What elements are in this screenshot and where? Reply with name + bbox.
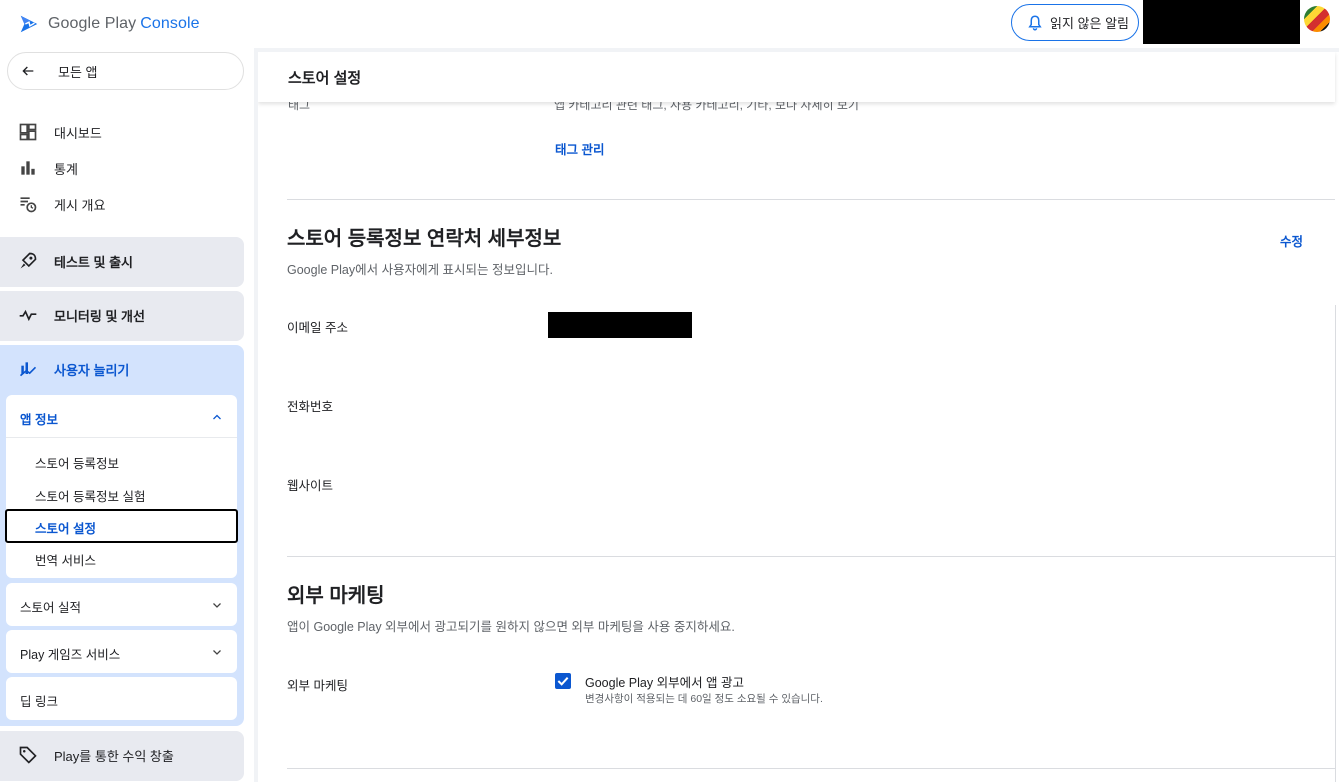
chevron-down-icon	[213, 603, 221, 608]
section-divider	[287, 768, 1335, 769]
contact-details-title: 스토어 등록정보 연락처 세부정보	[287, 228, 562, 250]
google-play-console-logo[interactable]: Google Play Console	[18, 12, 200, 36]
nav-store-listing[interactable]: 스토어 등록정보	[35, 453, 119, 472]
group-label: 테스트 및 출시	[54, 254, 133, 270]
sidebar-item-statistics[interactable]: 통계	[18, 156, 78, 180]
top-app-bar: Google Play Console 읽지 않은 알림	[0, 0, 1339, 48]
dashboard-icon	[19, 123, 37, 141]
logo-text: Google Play Console	[48, 15, 200, 32]
email-address-label: 이메일 주소	[287, 321, 348, 335]
advertise-outside-play-checkbox[interactable]	[555, 673, 571, 689]
grow-users-icon	[19, 362, 37, 377]
section-divider	[287, 556, 1335, 557]
sidebar: 모든 앱 대시보드 통계 게시 개요 테스트 및 출시 모니터링 및 개선 사용…	[0, 48, 254, 782]
sidebar-item-label: 통계	[54, 161, 78, 177]
sidebar-item-dashboard[interactable]: 대시보드	[18, 120, 102, 144]
checkmark-icon	[557, 676, 569, 686]
tag-icon	[19, 746, 37, 764]
external-marketing-field-label: 외부 마케팅	[287, 679, 348, 693]
avatar[interactable]	[1304, 6, 1330, 32]
sidebar-item-label: 대시보드	[54, 125, 102, 141]
redacted-account-name	[1143, 0, 1300, 44]
play-games-services-card[interactable]: Play 게임즈 서비스	[6, 630, 237, 673]
sidebar-group-monitor-and-improve[interactable]: 모니터링 및 개선	[0, 291, 244, 341]
section-divider	[287, 199, 1335, 200]
main-content: 스토어 설정 태그 앱 카테고리 관련 태그, 사용 카테고리, 기타, 보다 …	[258, 52, 1339, 782]
rocket-icon	[20, 252, 37, 269]
play-console-logo-icon	[20, 15, 38, 33]
edit-contact-details-link[interactable]: 수정	[1280, 231, 1303, 250]
sidebar-group-test-and-release[interactable]: 테스트 및 출시	[0, 237, 244, 287]
all-apps-label: 모든 앱	[58, 64, 98, 80]
sidebar-group-monetize[interactable]: Play를 통한 수익 창출	[0, 731, 244, 781]
chevron-down-icon	[213, 650, 221, 655]
bell-icon	[1028, 14, 1042, 30]
group-head: 테스트 및 출시	[18, 251, 133, 271]
nav-store-listing-experiments[interactable]: 스토어 등록정보 실험	[35, 486, 145, 505]
advertise-outside-play-label: Google Play 외부에서 앱 광고	[585, 676, 745, 690]
website-label: 웹사이트	[287, 479, 334, 493]
page-header: 스토어 설정	[258, 52, 1335, 102]
page-title: 스토어 설정	[288, 70, 362, 87]
arrow-back-icon	[22, 66, 34, 76]
external-marketing-title: 외부 마케팅	[287, 585, 385, 607]
group-label: Play를 통한 수익 창출	[54, 748, 174, 764]
sidebar-item-publishing-overview[interactable]: 게시 개요	[18, 192, 105, 216]
publishing-overview-icon	[20, 197, 37, 213]
contact-details-description: Google Play에서 사용자에게 표시되는 정보입니다.	[287, 263, 553, 277]
play-games-services-label: Play 게임즈 서비스	[20, 648, 121, 662]
store-performance-card[interactable]: 스토어 실적	[6, 583, 237, 626]
deep-links-label: 딥 링크	[20, 695, 58, 709]
all-apps-button[interactable]: 모든 앱	[7, 52, 244, 90]
bar-chart-icon	[21, 161, 35, 175]
phone-number-label: 전화번호	[287, 400, 334, 414]
group-label: 모니터링 및 개선	[54, 308, 145, 324]
pulse-icon	[19, 309, 37, 322]
unread-notifications-button[interactable]: 읽지 않은 알림	[1011, 4, 1139, 41]
external-marketing-description: 앱이 Google Play 외부에서 광고되기를 원하지 않으면 외부 마케팅…	[287, 620, 735, 634]
advertise-outside-play-help: 변경사항이 적용되는 데 60일 정도 소요될 수 있습니다.	[585, 693, 823, 705]
group-head: Play를 통한 수익 창출	[18, 745, 174, 765]
notifications-label: 읽지 않은 알림	[1050, 16, 1129, 31]
nav-translation-service[interactable]: 번역 서비스	[35, 550, 96, 569]
app-info-header[interactable]: 앱 정보	[20, 409, 58, 428]
manage-tags-link[interactable]: 태그 관리	[555, 139, 604, 158]
app-info-card: 앱 정보 스토어 등록정보 스토어 등록정보 실험 스토어 설정 번역 서비스	[6, 395, 237, 578]
store-performance-label: 스토어 실적	[20, 601, 81, 615]
redacted-email-value	[548, 312, 692, 338]
divider	[6, 437, 237, 438]
sidebar-item-label: 게시 개요	[54, 197, 106, 213]
group-head: 사용자 늘리기	[18, 359, 129, 379]
chevron-up-icon[interactable]	[211, 411, 223, 423]
selected-focus-outline	[5, 509, 238, 543]
deep-links-card[interactable]: 딥 링크	[6, 677, 237, 720]
group-label: 사용자 늘리기	[54, 362, 130, 378]
scrollbar-track[interactable]	[1335, 305, 1336, 782]
group-head: 모니터링 및 개선	[18, 305, 145, 325]
